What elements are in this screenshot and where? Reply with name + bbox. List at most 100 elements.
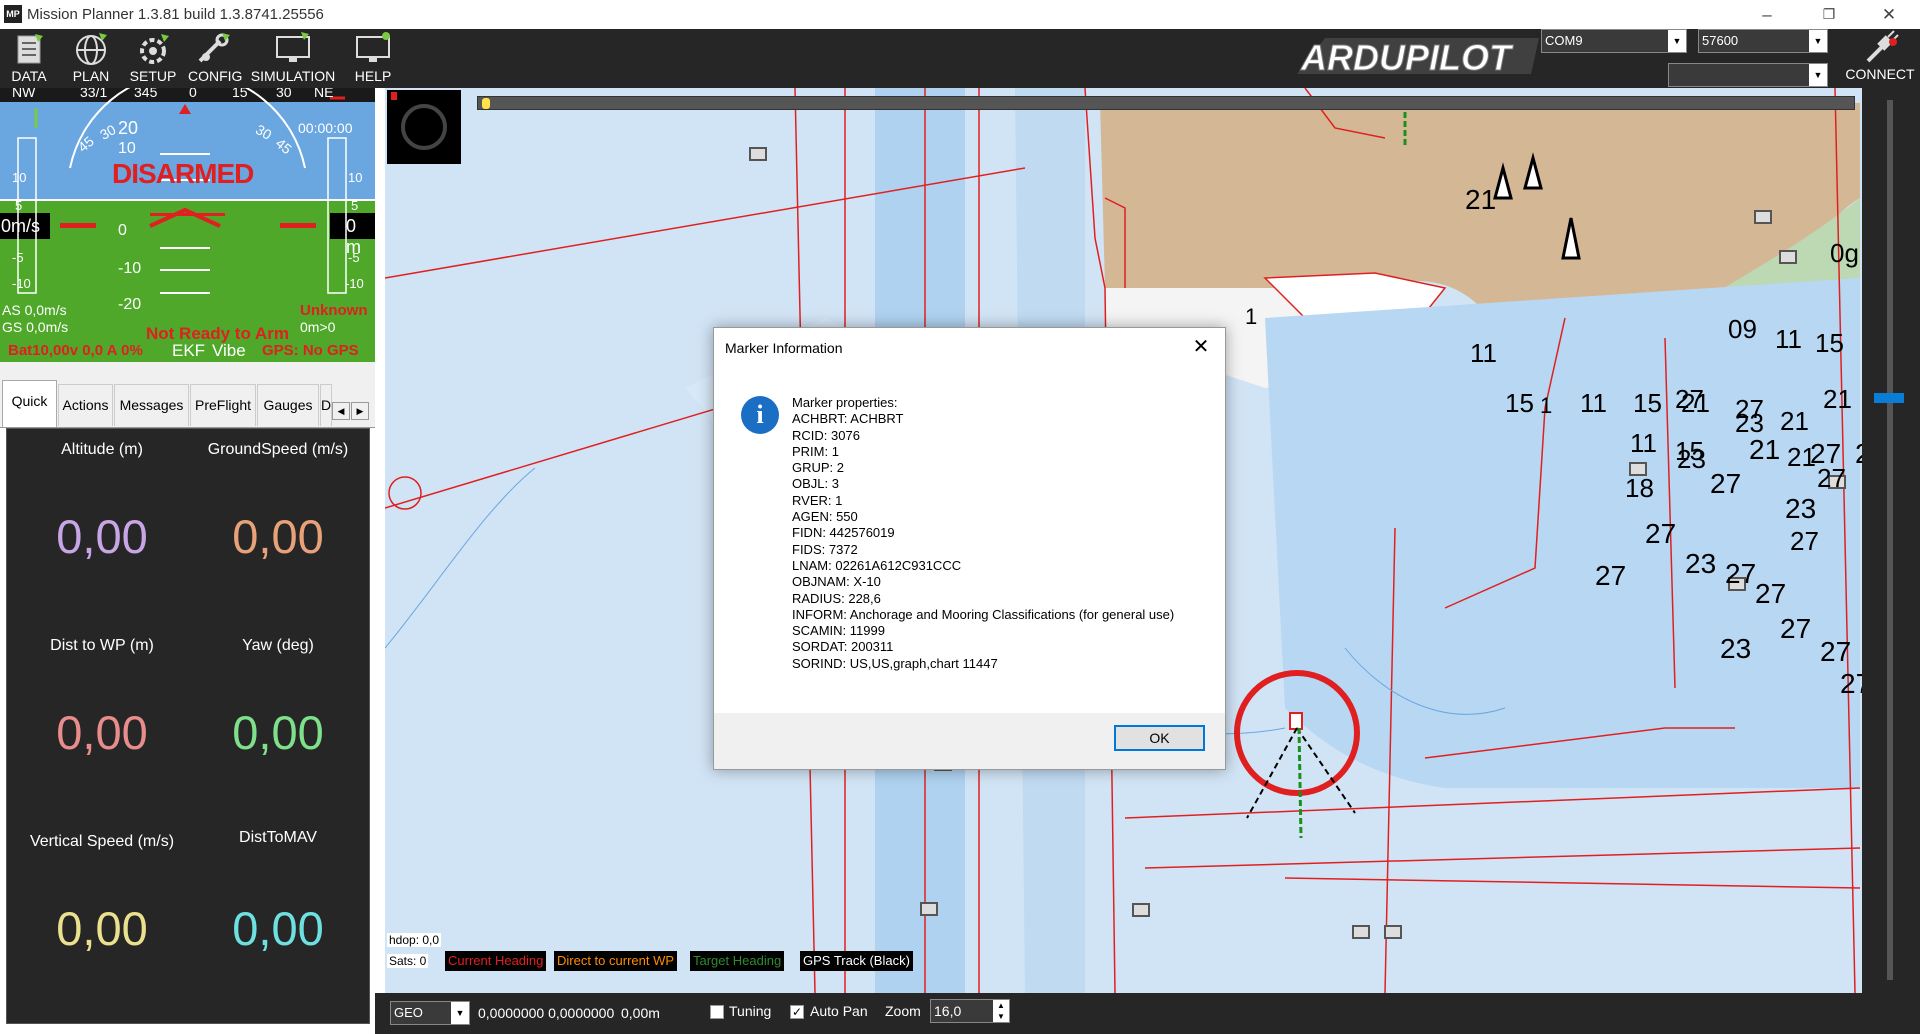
quick-label: Yaw (deg) [242, 637, 314, 654]
depth-value: 23 [1785, 493, 1817, 524]
tab-quick[interactable]: Quick [2, 380, 57, 427]
baud-rate-select[interactable]: 57600 ▼ [1698, 29, 1828, 53]
left-scale-10: 10 [12, 170, 27, 185]
depth-value: 11 [1580, 388, 1607, 418]
altitude-slider-track[interactable] [1887, 100, 1893, 980]
autopan-checkbox[interactable]: ✓ [790, 1005, 804, 1019]
plan-button[interactable]: PLAN [66, 31, 116, 87]
property-line: INFORM: Anchorage and Mooring Classifica… [792, 606, 1175, 622]
ok-button[interactable]: OK [1114, 725, 1205, 751]
property-line: FIDS: 7372 [792, 541, 858, 557]
tab-preflight[interactable]: PreFlight [190, 384, 256, 426]
altitude-sidebar [1862, 88, 1920, 993]
airspeed-text: AS 0,0m/s [2, 302, 67, 318]
minimize-button[interactable]: – [1744, 0, 1790, 29]
arm-status: DISARMED [112, 158, 254, 189]
alt-text: 0m>0 [300, 319, 336, 335]
heading-ring-icon [401, 104, 447, 150]
tab-scroll-left-icon[interactable]: ◀ [332, 402, 350, 420]
connect-button[interactable]: CONNECT [1840, 29, 1920, 85]
com-port-select[interactable]: COM9 ▼ [1541, 29, 1687, 53]
data-button[interactable]: DATA [4, 31, 54, 87]
depth-value: 1 [1540, 393, 1553, 418]
gps-status: GPS: No GPS [262, 342, 359, 359]
ardupilot-logo: ARDUPILOT [1297, 37, 1539, 78]
depth-value: 15 [1815, 328, 1844, 358]
setup-button[interactable]: SETUP [128, 31, 178, 87]
playback-slider[interactable] [477, 96, 1855, 110]
property-line: OBJL: 3 [792, 476, 839, 492]
roll-label-45-right: 45 [272, 134, 295, 158]
tab-messages[interactable]: Messages [114, 384, 189, 426]
restore-button[interactable]: ❐ [1806, 0, 1852, 29]
property-line: RVER: 1 [792, 492, 843, 508]
tuning-checkbox[interactable] [710, 1005, 724, 1019]
depth-value: 27 [1645, 518, 1677, 549]
depth-value: 11 [1630, 428, 1657, 458]
legend-current-heading: Current Heading [445, 951, 547, 971]
property-line: SORDAT: 200311 [792, 639, 894, 655]
slider-thumb[interactable] [482, 98, 490, 109]
right-scale-minus10: -10 [345, 276, 364, 291]
quick-altitude[interactable]: Altitude (m) 0,00 [11, 429, 193, 625]
coord-system-select[interactable]: GEO ▼ [390, 1001, 470, 1025]
globe-icon [76, 33, 107, 65]
depth-value: 0g [1830, 238, 1859, 268]
depth-value: 15 [1633, 388, 1662, 418]
right-scale-minus5: -5 [348, 250, 360, 265]
quick-dist-to-wp[interactable]: Dist to WP (m) 0,00 [11, 625, 193, 821]
property-line: FIDN: 442576019 [792, 525, 895, 541]
data-icon [17, 34, 43, 64]
zoom-input[interactable]: 16,0 ▲ ▼ [930, 999, 1010, 1023]
profile-select[interactable]: ▼ [1668, 63, 1828, 87]
quick-vertical-speed[interactable]: Vertical Speed (m/s) 0,00 [11, 821, 193, 1017]
depth-value: 27 [1595, 560, 1627, 591]
property-line: SORIND: US,US,graph,chart 11447 [792, 655, 998, 671]
help-button[interactable]: HELP [348, 31, 398, 87]
help-label: HELP [354, 68, 392, 84]
tab-actions[interactable]: Actions [58, 384, 113, 426]
quick-dist-to-mav[interactable]: DistToMAV 0,00 [187, 821, 369, 1017]
roll-label-30: 30 [97, 121, 119, 143]
altitude-slider-thumb[interactable] [1874, 393, 1904, 403]
ekf-status: EKF [172, 341, 206, 360]
title-bar: MP Mission Planner 1.3.81 build 1.3.8741… [0, 0, 1920, 29]
pitch-label-minus20: -20 [118, 296, 142, 313]
legend-direct-to-wp: Direct to current WP [554, 951, 678, 971]
config-icon [198, 33, 230, 63]
quick-groundspeed[interactable]: GroundSpeed (m/s) 0,00 [187, 429, 369, 625]
left-scale-minus10: -10 [12, 276, 31, 291]
dialog-title: Marker Information [725, 340, 843, 356]
chevron-down-icon: ▼ [1809, 30, 1827, 52]
help-monitor-icon [356, 32, 390, 62]
spinner-icon[interactable]: ▲ ▼ [993, 1000, 1009, 1022]
main-toolbar: DATA PLAN SETUP CONFIG SIMULATION HELP A… [0, 29, 1920, 88]
depth-value: 18 [1625, 473, 1654, 503]
property-line: ACHBRT: ACHBRT [792, 411, 904, 427]
battery-status: Bat10,00v 0,0 A 0% [8, 342, 143, 359]
legend-gps-track: GPS Track (Black) [800, 951, 913, 971]
depth-value: 27 [1710, 468, 1742, 499]
close-icon[interactable]: ✕ [1189, 334, 1213, 359]
depth-value: 23 [1720, 633, 1752, 664]
tab-d[interactable]: D [320, 384, 332, 426]
depth-value: 15 [1675, 436, 1704, 466]
close-window-button[interactable]: ✕ [1866, 0, 1912, 29]
hdop-label: hdop: 0,0 [387, 933, 442, 947]
depth-value: 23 [1685, 548, 1717, 579]
config-button[interactable]: CONFIG [188, 31, 242, 87]
tab-gauges[interactable]: Gauges [257, 384, 319, 426]
left-scale-minus5: -5 [12, 250, 24, 265]
plug-icon [1866, 30, 1899, 63]
right-scale-10: 10 [348, 170, 363, 185]
depth-value: 11 [1775, 324, 1802, 354]
quick-yaw[interactable]: Yaw (deg) 0,00 [187, 625, 369, 821]
hud-time: 00:00:00 [298, 120, 353, 136]
simulation-button[interactable]: SIMULATION [250, 31, 336, 87]
quick-label: DistToMAV [239, 829, 317, 846]
tab-scroll-right-icon[interactable]: ▶ [351, 402, 369, 420]
hud-display: NW 33/1 345 0 15 30 NE 10 20 0 -10 -20 4… [0, 88, 375, 362]
depth-value: 27 [1790, 526, 1819, 556]
autopan-label: Auto Pan [810, 1003, 868, 1019]
com-port-value: COM9 [1545, 33, 1583, 48]
